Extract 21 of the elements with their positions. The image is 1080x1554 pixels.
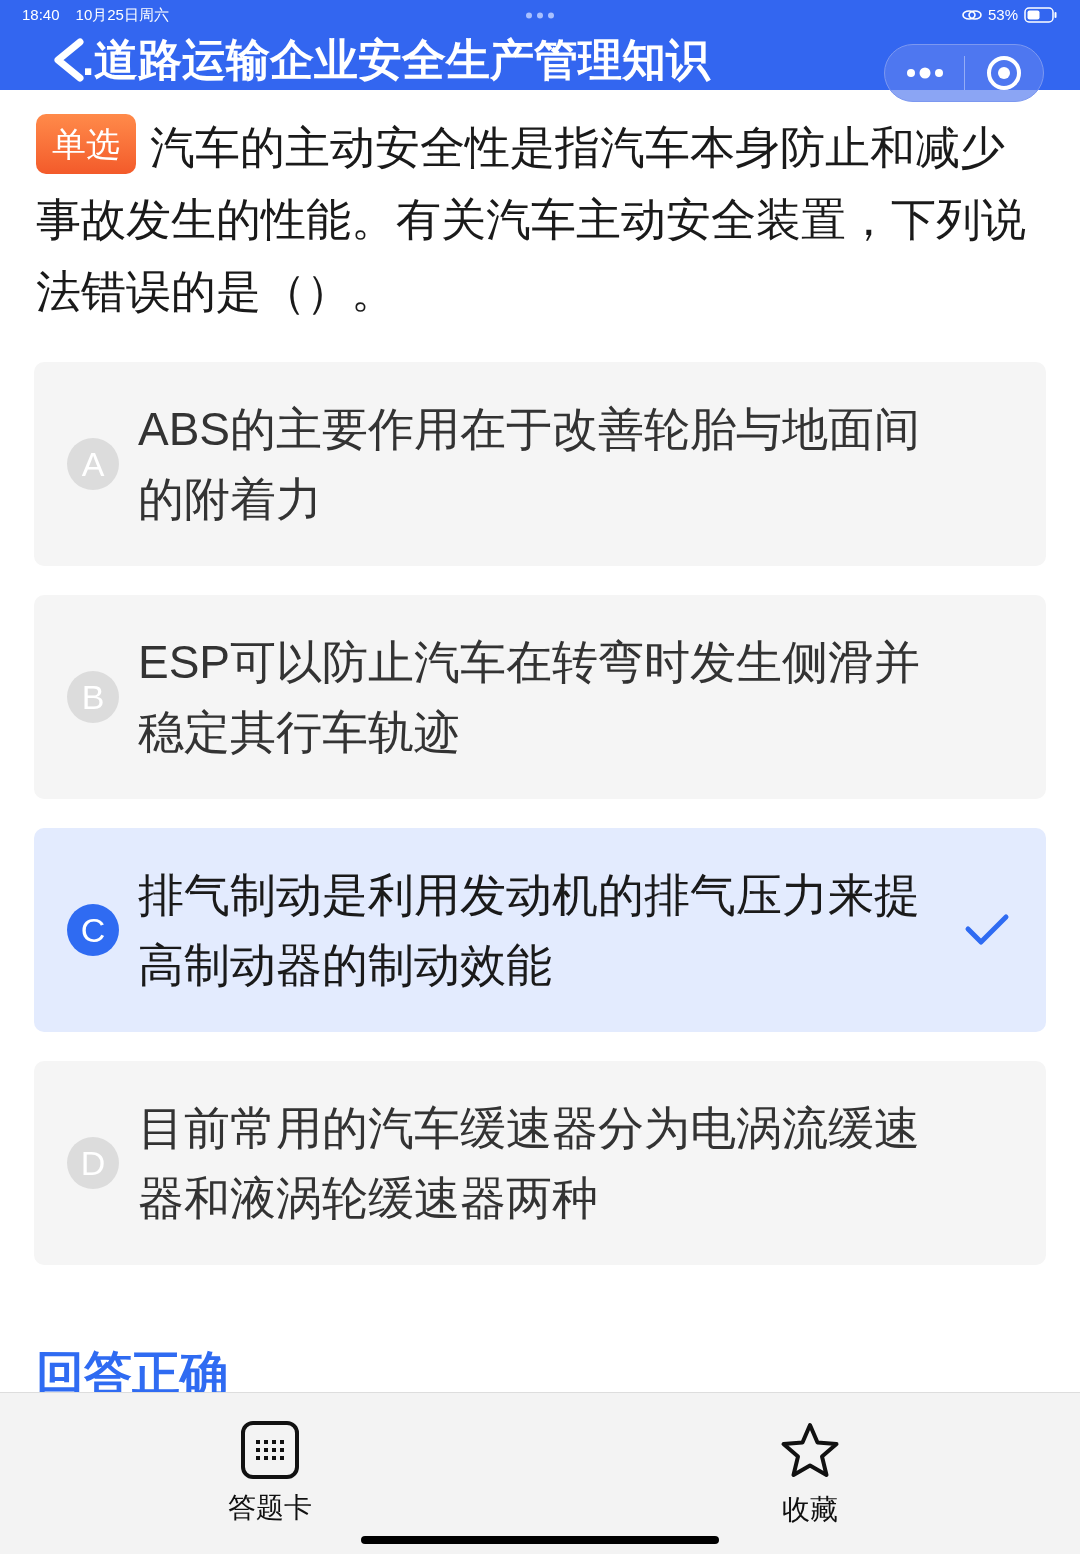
status-time: 18:40 — [22, 4, 60, 25]
option-letter: C — [67, 904, 119, 956]
option-text: 排气制动是利用发动机的排气压力来提高制动器的制动效能 — [138, 868, 921, 993]
battery-percent: 53% — [987, 4, 1018, 25]
option-text: ABS的主要作用在于改善轮胎与地面间的附着力 — [138, 402, 922, 527]
answer-option[interactable]: C 排气制动是利用发动机的排气压力来提高制动器的制动效能 — [34, 828, 1046, 1032]
option-text: 目前常用的汽车缓速器分为电涡流缓速器和液涡轮缓速器两种 — [138, 1101, 921, 1226]
check-icon — [964, 913, 1010, 947]
question-type-badge: 单选 — [36, 114, 136, 174]
more-icon — [905, 67, 944, 79]
tab-bar-item[interactable]: 答题卡 — [0, 1393, 540, 1554]
link-icon — [961, 9, 982, 21]
grid-icon — [241, 1421, 299, 1479]
page-title: .道路运输企业安全生产管理知识 — [82, 38, 711, 82]
battery-icon — [1024, 7, 1058, 23]
option-text: ESP可以防止汽车在转弯时发生侧滑并稳定其行车轨迹 — [138, 635, 922, 760]
question-text: 单选 汽车的主动安全性是指汽车本身防止和减少事故发生的性能。有关汽车主动安全装置，下列说法错误的是（）。 — [36, 112, 1044, 328]
status-date: 10月25日周六 — [75, 4, 169, 25]
tab-bar-item[interactable]: 收藏 — [540, 1393, 1080, 1554]
target-icon — [986, 55, 1022, 91]
more-dots-icon — [525, 12, 555, 19]
